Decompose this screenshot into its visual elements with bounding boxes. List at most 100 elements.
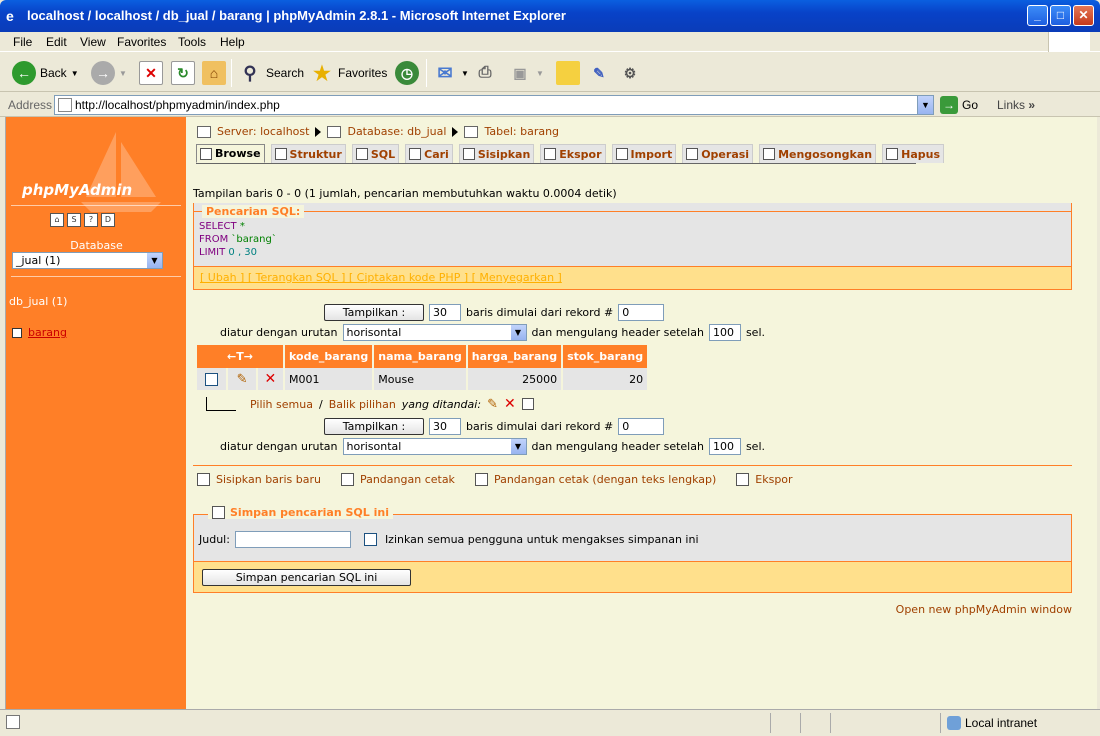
bookmark-icon [212, 506, 225, 519]
row-checkbox[interactable] [205, 372, 219, 386]
column-header[interactable]: nama_barang [374, 345, 466, 368]
mode-select[interactable]: horisontal [342, 324, 527, 341]
export-icon[interactable] [521, 398, 534, 410]
tools-button[interactable]: ⚙ [618, 60, 642, 86]
mail-button[interactable]: ✉ ▼ [433, 60, 468, 86]
pencil-icon[interactable]: ✎ [487, 397, 498, 412]
check-all-link[interactable]: Pilih semua [250, 398, 313, 411]
rows-input[interactable]: 30 [429, 418, 461, 435]
print-view-link[interactable]: Pandangan cetak [340, 473, 455, 486]
search-button[interactable]: ⚲ Search [238, 60, 304, 86]
address-input[interactable]: http://localhost/phpmyadmin/index.php ▼ [54, 95, 934, 115]
favorites-button[interactable]: ★ Favorites [310, 60, 387, 86]
invert-selection-link[interactable]: Balik pilihan [329, 398, 396, 411]
tab-sisipkan[interactable]: Sisipkan [458, 144, 535, 163]
back-label: Back [40, 66, 67, 80]
save-query-button[interactable]: Simpan pencarian SQL ini [202, 569, 411, 586]
menu-file[interactable]: File [13, 35, 32, 49]
new-window-link[interactable]: Open new phpMyAdmin window [896, 603, 1072, 616]
tab-mengosongkan[interactable]: Mengosongkan [759, 144, 877, 163]
tab-sql[interactable]: SQL [351, 144, 400, 163]
tab-cari[interactable]: Cari [405, 144, 453, 163]
table-link[interactable]: barang [28, 326, 67, 339]
sql-table: `barang` [231, 234, 277, 245]
database-select[interactable]: _jual (1) [12, 252, 163, 269]
database-name[interactable]: db_jual (1) [9, 295, 67, 308]
mode-select[interactable]: horisontal [342, 438, 527, 455]
show-button[interactable]: Tampilkan : [324, 304, 424, 321]
minimize-button[interactable]: _ [1027, 5, 1048, 26]
insert-icon [462, 148, 475, 160]
menu-favorites[interactable]: Favorites [117, 35, 166, 49]
column-header[interactable]: stok_barang [563, 345, 648, 368]
menu-tools[interactable]: Tools [178, 35, 206, 49]
tab-struktur[interactable]: Struktur [270, 144, 346, 163]
discuss-button[interactable] [556, 60, 580, 86]
delete-icon[interactable]: ✕ [265, 371, 277, 387]
print-button[interactable]: ⎙ [473, 60, 497, 86]
tab-browse[interactable]: Browse [196, 144, 265, 163]
help-icon[interactable]: ? [84, 213, 98, 227]
sql-links: [ Ubah ] [ Terangkan SQL ] [ Ciptakan ko… [193, 267, 1072, 290]
repeat-input[interactable]: 100 [708, 438, 741, 455]
pencil-icon[interactable]: ✎ [237, 372, 248, 387]
maximize-button[interactable]: □ [1050, 5, 1071, 26]
back-button[interactable]: ← Back ▼ [12, 60, 79, 86]
sql-icon[interactable]: S [67, 213, 81, 227]
start-input[interactable]: 0 [618, 304, 665, 321]
column-arrows[interactable]: ←T→ [197, 345, 283, 368]
history-button[interactable]: ◷ [395, 60, 419, 86]
address-dropdown[interactable]: ▼ [917, 96, 933, 114]
go-button[interactable]: → Go [940, 96, 978, 114]
print-view-full-link[interactable]: Pandangan cetak (dengan teks lengkap) [474, 473, 716, 486]
title-input[interactable] [234, 531, 351, 548]
allow-all-checkbox[interactable] [363, 533, 377, 546]
insert-row-link[interactable]: Sisipkan baris baru [197, 473, 321, 486]
chevron-down-icon: ▼ [70, 68, 79, 78]
delete-icon[interactable]: ✕ [504, 396, 516, 412]
links-button[interactable]: Links » [997, 98, 1035, 112]
tab-import[interactable]: Import [611, 144, 677, 163]
close-button[interactable]: ✕ [1073, 5, 1094, 26]
navigation-frame: phpMyAdmin ⌂ S ? D Database _jual (1) db… [5, 117, 186, 709]
menu-help[interactable]: Help [220, 35, 245, 49]
forward-button[interactable]: → ▼ [91, 60, 127, 86]
operations-icon [686, 148, 699, 160]
tab-hapus[interactable]: Hapus [882, 144, 945, 163]
home-button[interactable]: ⌂ [202, 60, 226, 86]
home-icon[interactable]: ⌂ [50, 213, 64, 227]
docs-icon[interactable]: D [101, 213, 115, 227]
menu-view[interactable]: View [80, 35, 106, 49]
breadcrumb-table[interactable]: Tabel: barang [484, 125, 559, 138]
tab-operasi[interactable]: Operasi [682, 144, 754, 163]
export-link[interactable]: Ekspor [736, 473, 793, 486]
menu-edit[interactable]: Edit [46, 35, 67, 49]
chevron-down-icon: ▼ [119, 68, 127, 78]
column-header[interactable]: harga_barang [467, 345, 562, 368]
messenger-button[interactable]: ✎ [587, 60, 611, 86]
ie-icon: e [6, 8, 14, 24]
delete-cell: ✕ [257, 368, 283, 390]
edit-button[interactable]: ▣ ▼ [508, 60, 544, 86]
column-header[interactable]: kode_barang [285, 345, 373, 368]
sidebar-table-item[interactable]: barang [12, 326, 67, 339]
repeat-label: dan mengulang header setelah [531, 326, 704, 339]
export-icon [544, 148, 557, 160]
browse-icon [200, 147, 212, 160]
start-input[interactable]: 0 [618, 418, 665, 435]
stop-button[interactable]: ✕ [139, 60, 163, 86]
rows-input[interactable]: 30 [429, 304, 461, 321]
table-cell: 20 [563, 368, 648, 390]
repeat-input[interactable]: 100 [708, 324, 741, 341]
browser-toolbar: ← Back ▼ → ▼ ✕ ↻ ⌂ ⚲ Search ★ Favorites … [0, 53, 1100, 92]
rows-from-label: baris dimulai dari rekord # [466, 420, 614, 433]
show-button[interactable]: Tampilkan : [324, 418, 424, 435]
sql-links-text[interactable]: [ Ubah ] [ Terangkan SQL ] [ Ciptakan ko… [200, 271, 562, 284]
breadcrumb-database[interactable]: Database: db_jual [347, 125, 446, 138]
tab-label: Browse [215, 147, 261, 160]
import-icon [615, 148, 628, 160]
breadcrumb-server[interactable]: Server: localhost [217, 125, 309, 138]
phpmyadmin-logo[interactable]: phpMyAdmin [22, 181, 132, 199]
refresh-button[interactable]: ↻ [171, 60, 195, 86]
tab-ekspor[interactable]: Ekspor [540, 144, 606, 163]
